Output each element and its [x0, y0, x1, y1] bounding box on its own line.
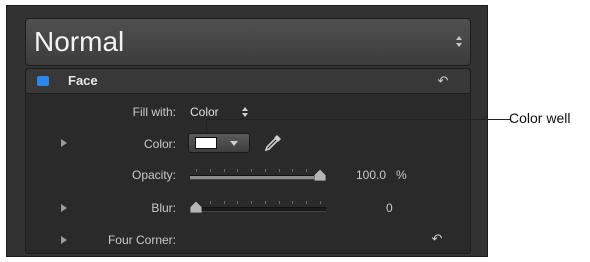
slider-tick: [251, 201, 253, 204]
disclosure-triangle-icon[interactable]: [61, 236, 67, 244]
blur-slider-track: [190, 207, 326, 212]
slider-tick: [306, 169, 308, 172]
fill-with-label: Fill with:: [132, 105, 176, 119]
inspector-panel: Normal Face ↶: [6, 5, 488, 257]
opacity-slider-thumb[interactable]: [314, 169, 326, 181]
slider-tick: [292, 201, 294, 204]
slider-tick: [237, 169, 239, 172]
slider-tick: [237, 201, 239, 204]
opacity-slider-fill: [190, 176, 314, 179]
blur-slider-thumb[interactable]: [190, 201, 202, 213]
slider-tick: [278, 201, 280, 204]
slider-tick: [196, 169, 197, 172]
opacity-unit: %: [396, 168, 407, 182]
color-label: Color:: [143, 137, 176, 151]
slider-tick: [209, 169, 211, 172]
slider-tick: [264, 201, 266, 204]
disclosure-triangle-icon[interactable]: [61, 139, 67, 147]
color-well[interactable]: [188, 133, 250, 153]
slider-tick: [264, 169, 266, 172]
eyedropper-icon[interactable]: [262, 132, 284, 154]
blur-label: Blur:: [151, 201, 176, 215]
opacity-value[interactable]: 100.0: [356, 168, 386, 182]
slider-tick: [223, 201, 225, 204]
callout-leader: [206, 119, 207, 133]
slider-tick: [292, 169, 294, 172]
fill-with-value: Color: [190, 105, 219, 119]
color-swatch: [195, 137, 217, 149]
face-section-header: Face ↶: [26, 69, 470, 94]
callout-line: [206, 119, 510, 120]
chevron-down-icon: [230, 141, 238, 146]
fill-with-popup[interactable]: Color: [190, 104, 250, 120]
slider-tick: [306, 201, 308, 204]
updown-arrows-icon: [242, 107, 248, 119]
opacity-label: Opacity:: [131, 168, 176, 182]
slider-tick: [320, 201, 321, 204]
slider-tick: [251, 169, 253, 172]
four-corner-label: Four Corner:: [107, 233, 176, 247]
face-enable-checkbox[interactable]: [37, 76, 49, 86]
reset-arrow-icon[interactable]: ↶: [436, 74, 450, 88]
callout-label: Color well: [509, 110, 571, 126]
updown-arrows-icon: [456, 34, 462, 50]
face-section-title: Face: [68, 73, 98, 88]
preset-label: Normal: [34, 26, 125, 57]
disclosure-triangle-icon[interactable]: [61, 204, 67, 212]
slider-tick: [223, 169, 225, 172]
slider-tick: [209, 201, 211, 204]
preset-popup[interactable]: Normal: [25, 18, 471, 66]
slider-tick: [278, 169, 280, 172]
blur-value[interactable]: 0: [386, 201, 393, 215]
face-section: Face ↶: [25, 68, 471, 254]
reset-arrow-icon[interactable]: ↶: [430, 232, 444, 246]
